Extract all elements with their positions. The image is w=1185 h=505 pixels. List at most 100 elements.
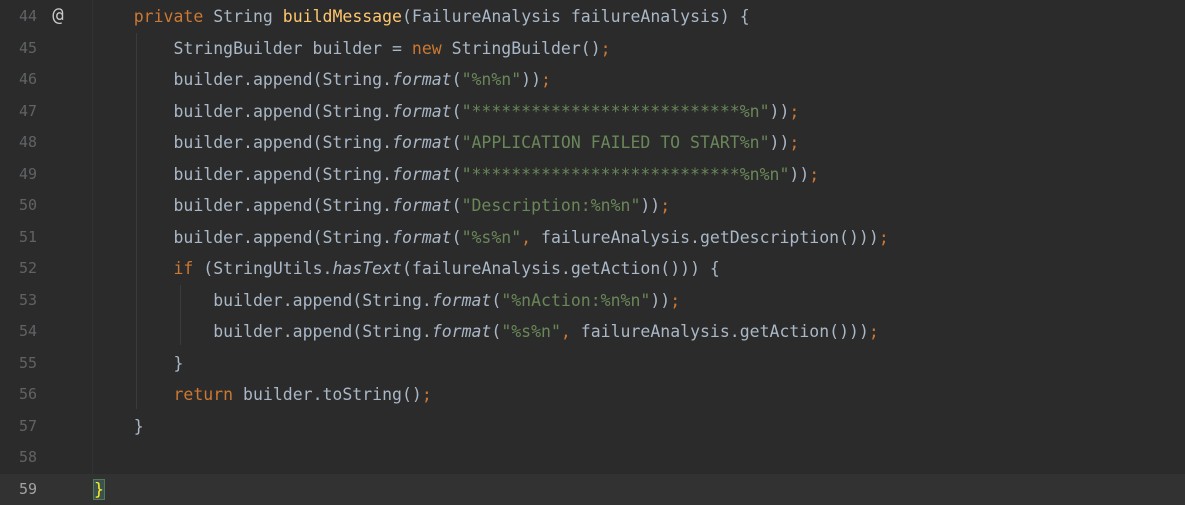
- code-token: )): [521, 70, 542, 89]
- code-text[interactable]: builder.append(String.format("APPLICATIO…: [94, 127, 799, 159]
- line-number[interactable]: 44: [0, 1, 37, 33]
- code-text[interactable]: if (StringUtils.hasText(failureAnalysis.…: [94, 253, 720, 285]
- code-line[interactable]: 57 }: [0, 411, 1185, 443]
- code-line[interactable]: 52 if (StringUtils.hasText(failureAnalys…: [0, 253, 1185, 285]
- code-token: (: [451, 164, 462, 184]
- code-token: builder.append(String.: [94, 322, 432, 341]
- code-token: "***************************%n": [461, 101, 770, 121]
- line-number[interactable]: 47: [0, 96, 37, 128]
- code-text[interactable]: return builder.toString();: [94, 379, 432, 411]
- code-token: (failureAnalysis.getAction())) {: [401, 259, 720, 278]
- code-text[interactable]: builder.append(String.format("%n%n"));: [94, 64, 551, 96]
- code-token: builder.toString(): [243, 385, 422, 404]
- code-token: builder.append(String.: [94, 101, 393, 121]
- code-token: builder.append(String.: [94, 133, 393, 152]
- code-token: "%s%n": [461, 227, 522, 247]
- code-token: )): [769, 133, 790, 152]
- code-text[interactable]: builder.append(String.format("**********…: [94, 96, 799, 128]
- code-token: "%nAction:%n%n": [501, 290, 651, 310]
- code-token: format: [392, 70, 452, 89]
- line-number[interactable]: 54: [0, 316, 37, 348]
- code-token: "***************************%n%n": [461, 164, 790, 184]
- code-token: format: [392, 101, 452, 121]
- code-token: builder.append(String.: [94, 196, 393, 215]
- line-number[interactable]: 48: [0, 127, 37, 159]
- code-line[interactable]: 56 return builder.toString();: [0, 379, 1185, 411]
- code-token: format: [431, 322, 492, 341]
- code-token: )): [789, 164, 810, 184]
- code-text[interactable]: builder.append(String.format("%s%n", fai…: [94, 316, 879, 348]
- code-text[interactable]: builder.append(String.format("%s%n", fai…: [94, 222, 889, 254]
- code-token: ;: [789, 101, 800, 121]
- code-line[interactable]: 53 builder.append(String.format("%nActio…: [0, 285, 1185, 317]
- code-token: ;: [670, 290, 681, 310]
- code-line[interactable]: 46 builder.append(String.format("%n%n"))…: [0, 64, 1185, 96]
- code-line[interactable]: 48 builder.append(String.format("APPLICA…: [0, 127, 1185, 159]
- code-text[interactable]: }: [94, 348, 183, 380]
- code-token: "%s%n": [501, 322, 561, 341]
- code-text[interactable]: private String buildMessage(FailureAnaly…: [94, 1, 750, 33]
- code-token: "%n%n": [461, 70, 522, 89]
- code-token: )): [640, 196, 661, 215]
- code-token: private: [133, 7, 214, 26]
- line-number[interactable]: 56: [0, 379, 37, 411]
- code-text[interactable]: builder.append(String.format("Descriptio…: [94, 190, 670, 222]
- at-sign-icon[interactable]: @: [47, 4, 69, 26]
- code-token: builder.append(String.: [94, 227, 393, 247]
- code-token: }: [94, 353, 184, 373]
- code-token: builder.append(String.: [94, 70, 393, 89]
- code-token: ;: [789, 133, 800, 152]
- line-number[interactable]: 50: [0, 190, 37, 222]
- code-line[interactable]: 58: [0, 442, 1185, 474]
- code-token: StringBuilder(): [451, 38, 601, 58]
- code-token: ;: [660, 196, 671, 215]
- code-token: (: [491, 322, 502, 341]
- line-number[interactable]: 49: [0, 159, 37, 191]
- line-number[interactable]: 58: [0, 442, 37, 474]
- code-token: "Description:%n%n": [461, 196, 641, 215]
- code-text[interactable]: StringBuilder builder = new StringBuilde…: [94, 33, 610, 65]
- code-token: StringBuilder builder =: [94, 38, 412, 58]
- code-token: ;: [421, 385, 432, 404]
- line-number[interactable]: 53: [0, 285, 37, 317]
- code-line[interactable]: 55 }: [0, 348, 1185, 380]
- code-line[interactable]: 49 builder.append(String.format("*******…: [0, 159, 1185, 191]
- code-token: buildMessage: [282, 7, 402, 26]
- code-line[interactable]: 54 builder.append(String.format("%s%n", …: [0, 316, 1185, 348]
- code-token: )): [769, 101, 790, 121]
- code-line[interactable]: 44 @ private String buildMessage(FailureA…: [0, 1, 1185, 33]
- code-line[interactable]: 47 builder.append(String.format("*******…: [0, 96, 1185, 128]
- code-token: ;: [541, 70, 551, 89]
- code-token: builder.append(String.: [94, 164, 393, 184]
- code-text[interactable]: builder.append(String.format("**********…: [94, 159, 819, 191]
- code-token: "APPLICATION FAILED TO START%n": [461, 133, 770, 152]
- code-token: (: [451, 196, 462, 215]
- code-text[interactable]: }: [93, 474, 105, 505]
- line-number[interactable]: 51: [0, 222, 37, 254]
- code-token: (: [451, 133, 462, 152]
- code-token: if: [173, 259, 204, 278]
- line-number[interactable]: 55: [0, 348, 37, 380]
- code-token: (FailureAnalysis failureAnalysis) {: [402, 7, 750, 26]
- code-token: )): [650, 290, 671, 310]
- code-line[interactable]: 45 StringBuilder builder = new StringBui…: [0, 33, 1185, 65]
- line-number[interactable]: 57: [0, 411, 37, 443]
- line-number[interactable]: 52: [0, 253, 37, 285]
- line-number[interactable]: 46: [0, 64, 37, 96]
- line-number[interactable]: 45: [0, 33, 37, 65]
- line-number[interactable]: 59: [0, 474, 37, 505]
- code-line[interactable]: 51 builder.append(String.format("%s%n", …: [0, 222, 1185, 254]
- code-line[interactable]: 59}: [0, 473, 1185, 505]
- code-token: String: [213, 7, 283, 26]
- code-token: ;: [878, 227, 889, 247]
- code-token: (: [451, 101, 462, 121]
- code-token: (StringUtils.: [203, 259, 333, 278]
- code-token: format: [431, 290, 492, 310]
- code-text[interactable]: builder.append(String.format("%nAction:%…: [94, 285, 680, 317]
- code-text[interactable]: }: [94, 411, 144, 443]
- code-token: ,: [521, 227, 542, 247]
- code-token: builder.append(String.: [94, 290, 432, 310]
- code-token: ;: [809, 164, 820, 184]
- code-line[interactable]: 50 builder.append(String.format("Descrip…: [0, 190, 1185, 222]
